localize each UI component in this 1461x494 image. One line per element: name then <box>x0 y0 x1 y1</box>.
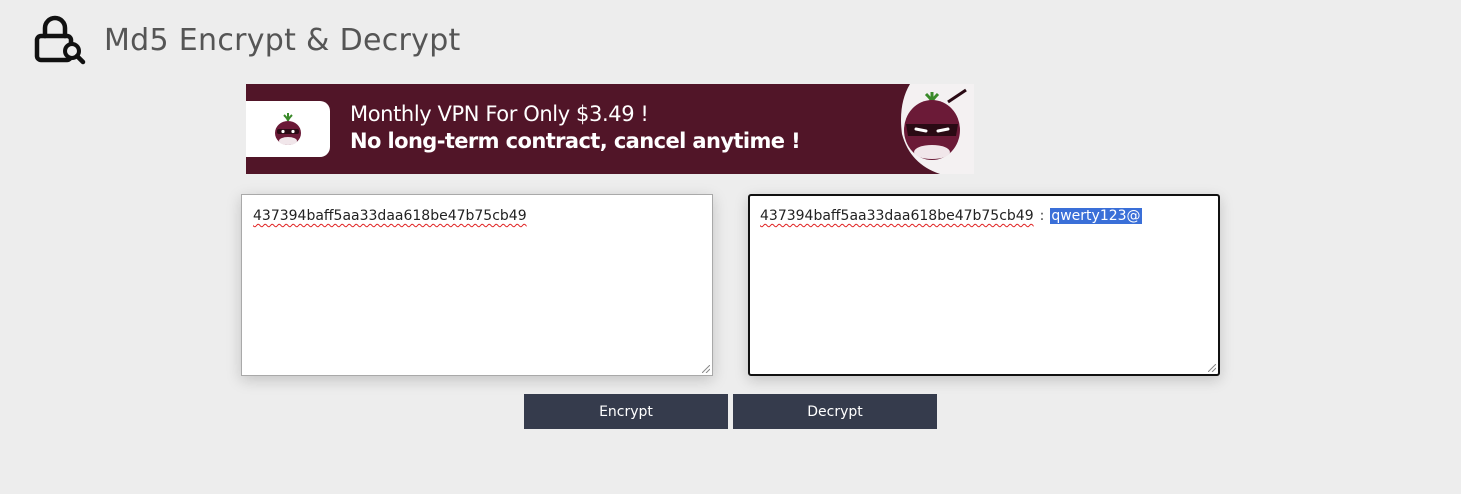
banner-subheadline: No long-term contract, cancel anytime ! <box>350 129 801 153</box>
input-textarea[interactable]: 437394baff5aa33daa618be47b75cb49 <box>241 194 713 376</box>
input-hash-text: 437394baff5aa33daa618be47b75cb49 <box>253 208 527 224</box>
page-title: Md5 Encrypt & Decrypt <box>104 22 461 58</box>
output-hash-text: 437394baff5aa33daa618be47b75cb49 <box>760 208 1034 224</box>
output-separator: : <box>1039 208 1045 224</box>
resize-handle-icon[interactable] <box>1208 364 1216 372</box>
vpn-banner[interactable]: Monthly VPN For Only $3.49 ! No long-ter… <box>246 84 974 174</box>
lock-search-icon <box>34 14 86 66</box>
onion-logo-icon <box>275 113 301 145</box>
decrypt-button[interactable]: Decrypt <box>733 394 937 429</box>
output-textarea[interactable]: 437394baff5aa33daa618be47b75cb49: qwerty1… <box>748 194 1220 376</box>
page-header: Md5 Encrypt & Decrypt <box>34 12 461 68</box>
encrypt-button[interactable]: Encrypt <box>524 394 728 429</box>
banner-logo-badge <box>246 101 330 157</box>
resize-handle-icon[interactable] <box>702 365 710 373</box>
decrypted-result: qwerty123@ <box>1050 208 1142 224</box>
onion-ninja-icon <box>870 84 974 174</box>
banner-headline: Monthly VPN For Only $3.49 ! <box>350 102 649 126</box>
